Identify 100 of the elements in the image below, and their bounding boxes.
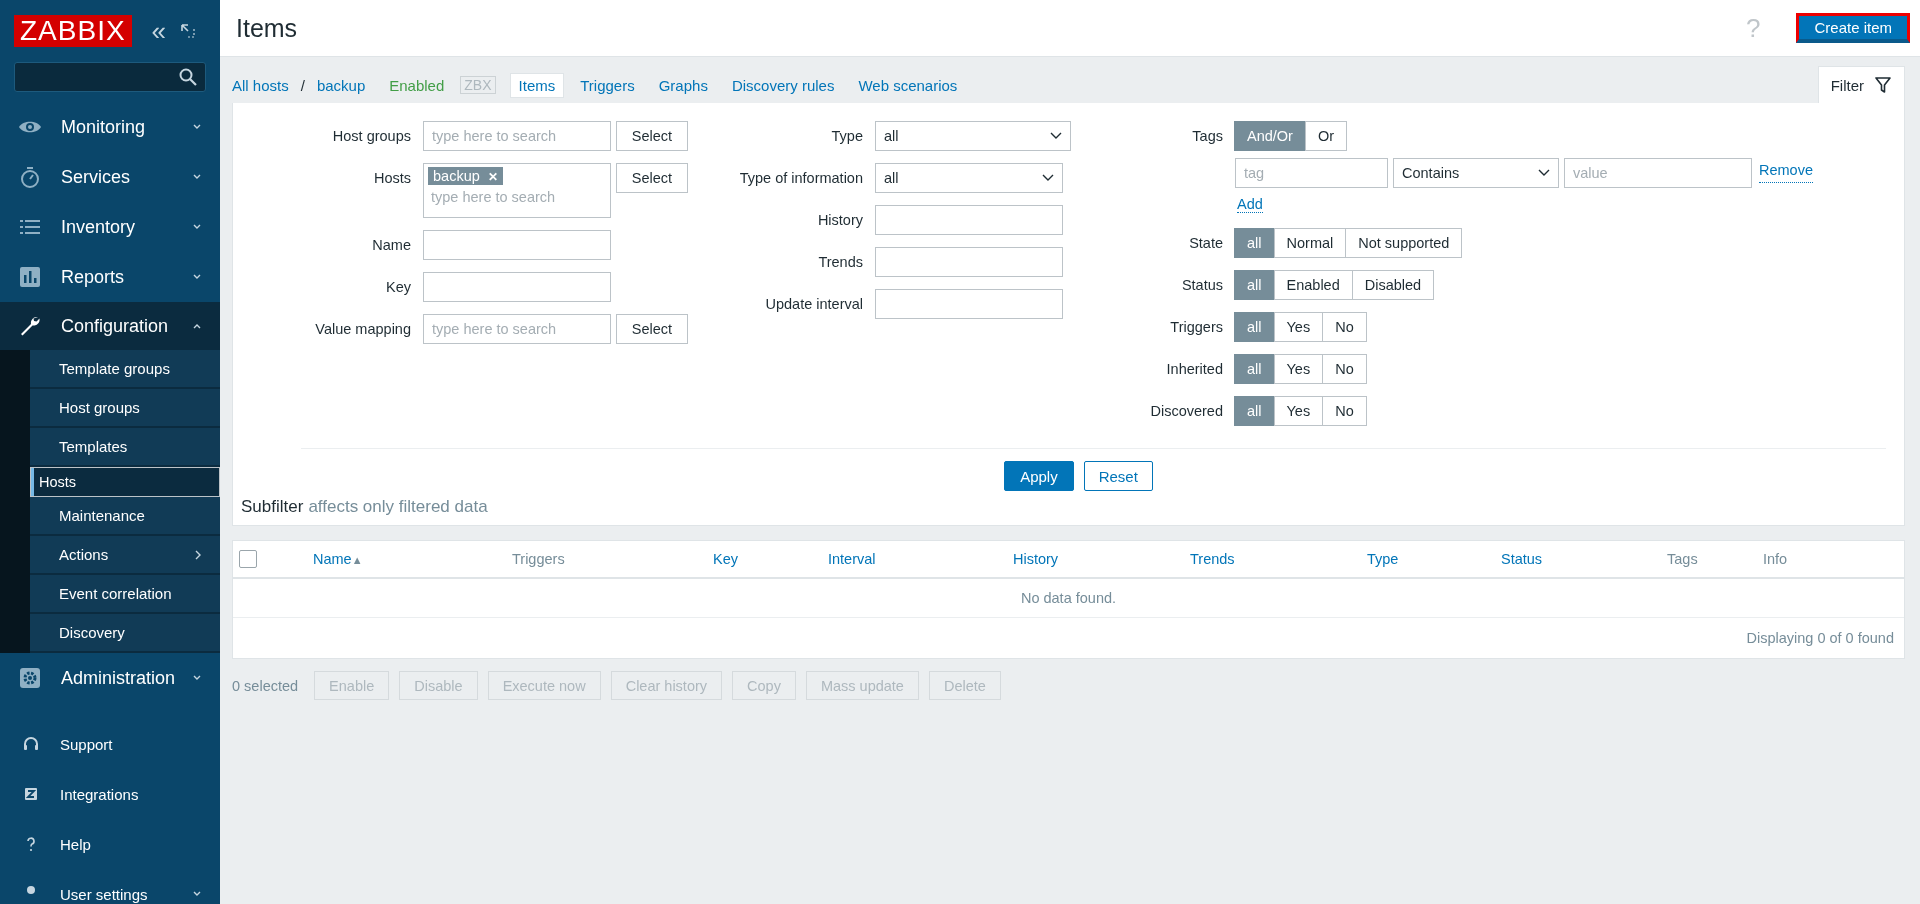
chevron-icon <box>192 173 202 181</box>
search-field[interactable] <box>14 62 206 92</box>
select-all-checkbox[interactable] <box>239 550 257 568</box>
segment-option[interactable]: Enabled <box>1273 270 1353 300</box>
stopwatch-icon <box>18 165 42 189</box>
nav-link[interactable]: backup <box>316 76 366 94</box>
submenu-item[interactable]: Templates <box>30 428 220 467</box>
segment-option[interactable]: No <box>1322 396 1367 426</box>
remove-link[interactable]: Remove <box>1759 158 1813 183</box>
menu-item[interactable]: Reports <box>0 252 220 302</box>
text-field[interactable] <box>875 205 1063 235</box>
hosts-multiselect[interactable]: backup ✕ type here to search <box>423 163 611 218</box>
menu-label: Inventory <box>61 216 137 238</box>
segment-option[interactable]: all <box>1234 354 1275 384</box>
segment-option[interactable]: Yes <box>1273 396 1324 426</box>
nav-link[interactable]: Triggers <box>580 76 635 94</box>
add-link[interactable]: Add <box>1237 196 1263 213</box>
field-label: Inherited <box>1165 360 1223 379</box>
submenu-item[interactable]: Discovery <box>30 614 220 653</box>
user-icon <box>27 886 35 894</box>
text-field[interactable] <box>423 272 611 302</box>
segment-option[interactable]: all <box>1234 270 1275 300</box>
segment-option[interactable]: all <box>1234 312 1275 342</box>
menu-item[interactable]: Integrations <box>0 769 220 819</box>
select-button[interactable]: Select <box>616 163 688 193</box>
search-field[interactable]: type here to search <box>423 121 611 151</box>
menu-item[interactable]: Inventory <box>0 202 220 252</box>
menu-item[interactable]: Help <box>0 819 220 869</box>
segment-option[interactable]: No <box>1322 312 1367 342</box>
chevron-icon <box>192 674 202 682</box>
segment-option[interactable]: Not supported <box>1345 228 1463 258</box>
menu-item[interactable]: Monitoring <box>0 102 220 152</box>
column-header[interactable]: Triggers <box>512 551 565 567</box>
segment-option[interactable]: all <box>1234 228 1275 258</box>
remove-icon[interactable]: ✕ <box>487 170 498 184</box>
empty-message: No data found. <box>1020 590 1117 606</box>
field-label: Update interval <box>764 295 863 314</box>
segment-option[interactable]: Disabled <box>1351 270 1435 300</box>
chevron-icon <box>1050 132 1062 140</box>
column-header[interactable]: Trends <box>1190 551 1235 567</box>
dropdown[interactable]: all <box>875 121 1071 151</box>
column-header[interactable]: Key <box>713 551 738 567</box>
nav-link[interactable]: Web scenarios <box>858 76 958 94</box>
menu-item[interactable]: Support <box>0 719 220 769</box>
segment-option[interactable]: all <box>1234 396 1275 426</box>
filter-tab[interactable]: Filter <box>1817 66 1905 103</box>
segment-option[interactable]: Or <box>1304 121 1348 151</box>
column-header[interactable]: Name▲ <box>313 551 363 567</box>
text-field[interactable] <box>423 230 611 260</box>
field-label: Host groups <box>331 127 411 146</box>
chevron-icon <box>1042 174 1054 182</box>
kiosk-mode-icon[interactable] <box>180 23 197 39</box>
search-field[interactable]: type here to search <box>423 314 611 344</box>
segment-option[interactable]: No <box>1322 354 1367 384</box>
dropdown[interactable]: Contains <box>1393 158 1559 188</box>
column-header[interactable]: Status <box>1501 551 1543 567</box>
dropdown[interactable]: all <box>875 163 1063 193</box>
column-header[interactable]: History <box>1013 551 1059 567</box>
submenu-item[interactable]: Hosts <box>30 467 220 497</box>
tag-field[interactable]: tag <box>1235 158 1388 188</box>
nav-link[interactable]: All hosts <box>232 76 289 94</box>
nav-tab[interactable]: Items <box>509 72 565 98</box>
submenu-item[interactable]: Actions <box>30 536 220 575</box>
nav-link[interactable]: Graphs <box>658 76 708 94</box>
text-field[interactable] <box>875 247 1063 277</box>
menu-item[interactable]: Services <box>0 152 220 202</box>
column-header[interactable]: Interval <box>828 551 876 567</box>
column-header[interactable]: Info <box>1763 551 1788 567</box>
submenu-item[interactable]: Event correlation <box>30 575 220 614</box>
host-chip[interactable]: backup ✕ <box>428 167 503 185</box>
menu-item[interactable]: User settings <box>0 869 220 904</box>
submenu-item[interactable]: Host groups <box>30 389 220 428</box>
reset-button[interactable]: Reset <box>1083 461 1153 491</box>
selected-count: 0 selected <box>232 677 299 694</box>
segment-option[interactable]: And/Or <box>1234 121 1306 151</box>
field-label: Hosts <box>372 169 411 188</box>
column-header[interactable]: Type <box>1367 551 1399 567</box>
menu-label: Monitoring <box>61 116 147 138</box>
select-button[interactable]: Select <box>616 121 688 151</box>
segment-option[interactable]: Yes <box>1273 354 1324 384</box>
segment-option[interactable]: Yes <box>1273 312 1324 342</box>
submenu-item[interactable]: Template groups <box>30 350 220 389</box>
submenu-item[interactable]: Maintenance <box>30 497 220 536</box>
field-label: Key <box>385 278 411 297</box>
search-icon[interactable] <box>179 68 197 86</box>
apply-button[interactable]: Apply <box>1004 461 1074 491</box>
column-header[interactable]: Tags <box>1667 551 1698 567</box>
zabbix-logo[interactable]: ZABBIX <box>14 15 132 47</box>
chevron-icon <box>192 123 202 131</box>
gear-icon <box>18 666 42 690</box>
text-field[interactable] <box>875 289 1063 319</box>
nav-link[interactable]: Discovery rules <box>731 76 835 94</box>
select-button[interactable]: Select <box>616 314 688 344</box>
filter-icon <box>1874 76 1892 94</box>
value-field[interactable]: value <box>1564 158 1752 188</box>
host-status[interactable]: Enabled <box>389 76 445 94</box>
menu-item[interactable]: Configuration <box>0 302 220 350</box>
menu-item[interactable]: Administration <box>0 653 220 703</box>
segment-option[interactable]: Normal <box>1273 228 1347 258</box>
create-item-button[interactable]: Create item <box>1796 13 1910 43</box>
